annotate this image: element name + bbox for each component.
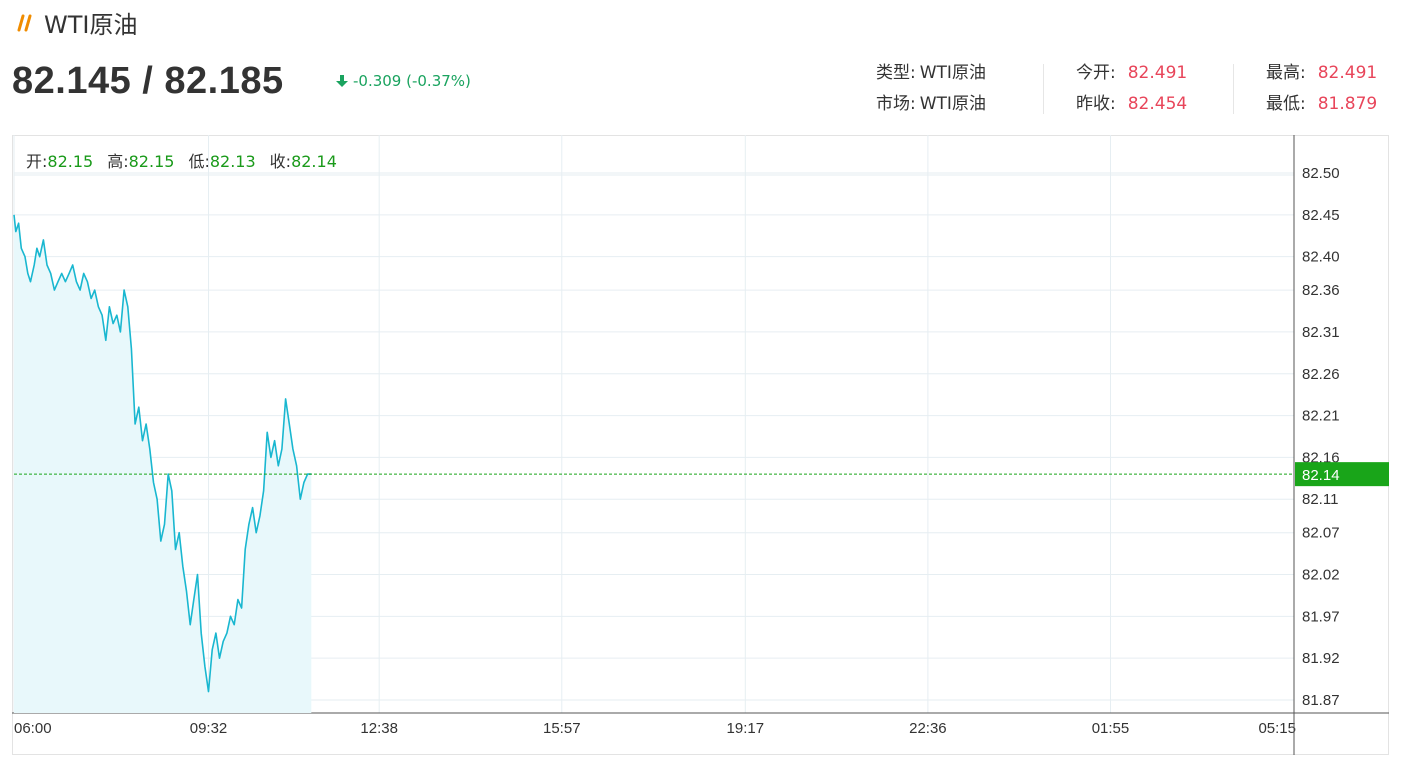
open-value: 82.491 <box>1127 63 1188 83</box>
y-tick-label: 82.40 <box>1302 249 1340 266</box>
arrow-down-icon <box>336 74 348 88</box>
x-tick-label: 12:38 <box>360 720 398 737</box>
high-label: 最高: <box>1266 63 1306 83</box>
price-quote: 82.145 / 82.185 <box>12 60 284 102</box>
y-tick-label: 81.97 <box>1302 608 1340 625</box>
prev-close-label: 昨收: <box>1076 94 1116 114</box>
stat-group-open: 今开: 82.491 昨收: 82.454 <box>1076 58 1187 120</box>
y-tick-label: 82.50 <box>1302 165 1340 182</box>
y-tick-label: 82.31 <box>1302 324 1340 341</box>
y-tick-label: 81.92 <box>1302 650 1340 667</box>
market-value: WTI原油 <box>919 94 986 114</box>
market-label: 市场: <box>876 94 916 114</box>
x-tick-label: 05:15 <box>1258 720 1296 737</box>
stat-group-type: 类型: WTI原油 市场: WTI原油 <box>876 58 986 120</box>
x-tick-label: 15:57 <box>543 720 581 737</box>
x-tick-label: 01:55 <box>1092 720 1130 737</box>
ohlc-high-label: 高: <box>107 152 129 171</box>
stat-divider <box>1043 64 1044 114</box>
y-tick-label: 82.21 <box>1302 408 1340 425</box>
page-title: WTI原油 <box>44 10 138 39</box>
y-tick-label: 82.07 <box>1302 525 1340 542</box>
series-area <box>14 214 312 714</box>
ohlc-close-label: 收: <box>269 152 292 171</box>
low-label: 最低: <box>1266 94 1306 114</box>
x-tick-label: 19:17 <box>727 720 765 737</box>
type-value: WTI原油 <box>919 63 986 83</box>
x-tick-label: 09:32 <box>190 720 228 737</box>
y-tick-label: 81.87 <box>1302 692 1340 709</box>
stat-divider <box>1233 64 1234 114</box>
price-chart[interactable]: 82.5082.4582.4082.3682.3182.2682.2182.16… <box>12 135 1389 755</box>
ohlc-open-value: 82.15 <box>47 152 94 171</box>
high-value: 82.491 <box>1317 63 1378 83</box>
price-change: -0.309 (-0.37%) <box>336 72 471 90</box>
open-label: 今开: <box>1076 63 1116 83</box>
x-tick-label: 22:36 <box>909 720 947 737</box>
title-row: WTI原油 <box>14 4 137 40</box>
ohlc-close-value: 82.14 <box>291 152 337 171</box>
y-tick-label: 82.45 <box>1302 207 1340 224</box>
type-label: 类型: <box>876 63 916 83</box>
ohlc-low-label: 低: <box>188 152 210 171</box>
x-tick-label: 06:00 <box>14 720 52 737</box>
current-price-label: 82.14 <box>1302 467 1340 484</box>
y-tick-label: 82.11 <box>1302 491 1338 508</box>
slash-icon <box>14 11 34 33</box>
ohlc-low-value: 82.13 <box>209 152 256 171</box>
y-tick-label: 82.26 <box>1302 366 1340 383</box>
ohlc-readout: 开:82.15 高:82.15 低:82.13 收:82.14 <box>26 148 337 172</box>
low-value: 81.879 <box>1317 94 1378 114</box>
prev-close-value: 82.454 <box>1127 94 1188 114</box>
price-change-text: -0.309 (-0.37%) <box>353 72 471 90</box>
ohlc-high-value: 82.15 <box>128 152 175 171</box>
stat-group-high: 最高: 82.491 最低: 81.879 <box>1266 58 1377 120</box>
ohlc-open-label: 开: <box>26 152 48 171</box>
y-tick-label: 82.02 <box>1302 567 1340 584</box>
y-tick-label: 82.36 <box>1302 282 1340 299</box>
